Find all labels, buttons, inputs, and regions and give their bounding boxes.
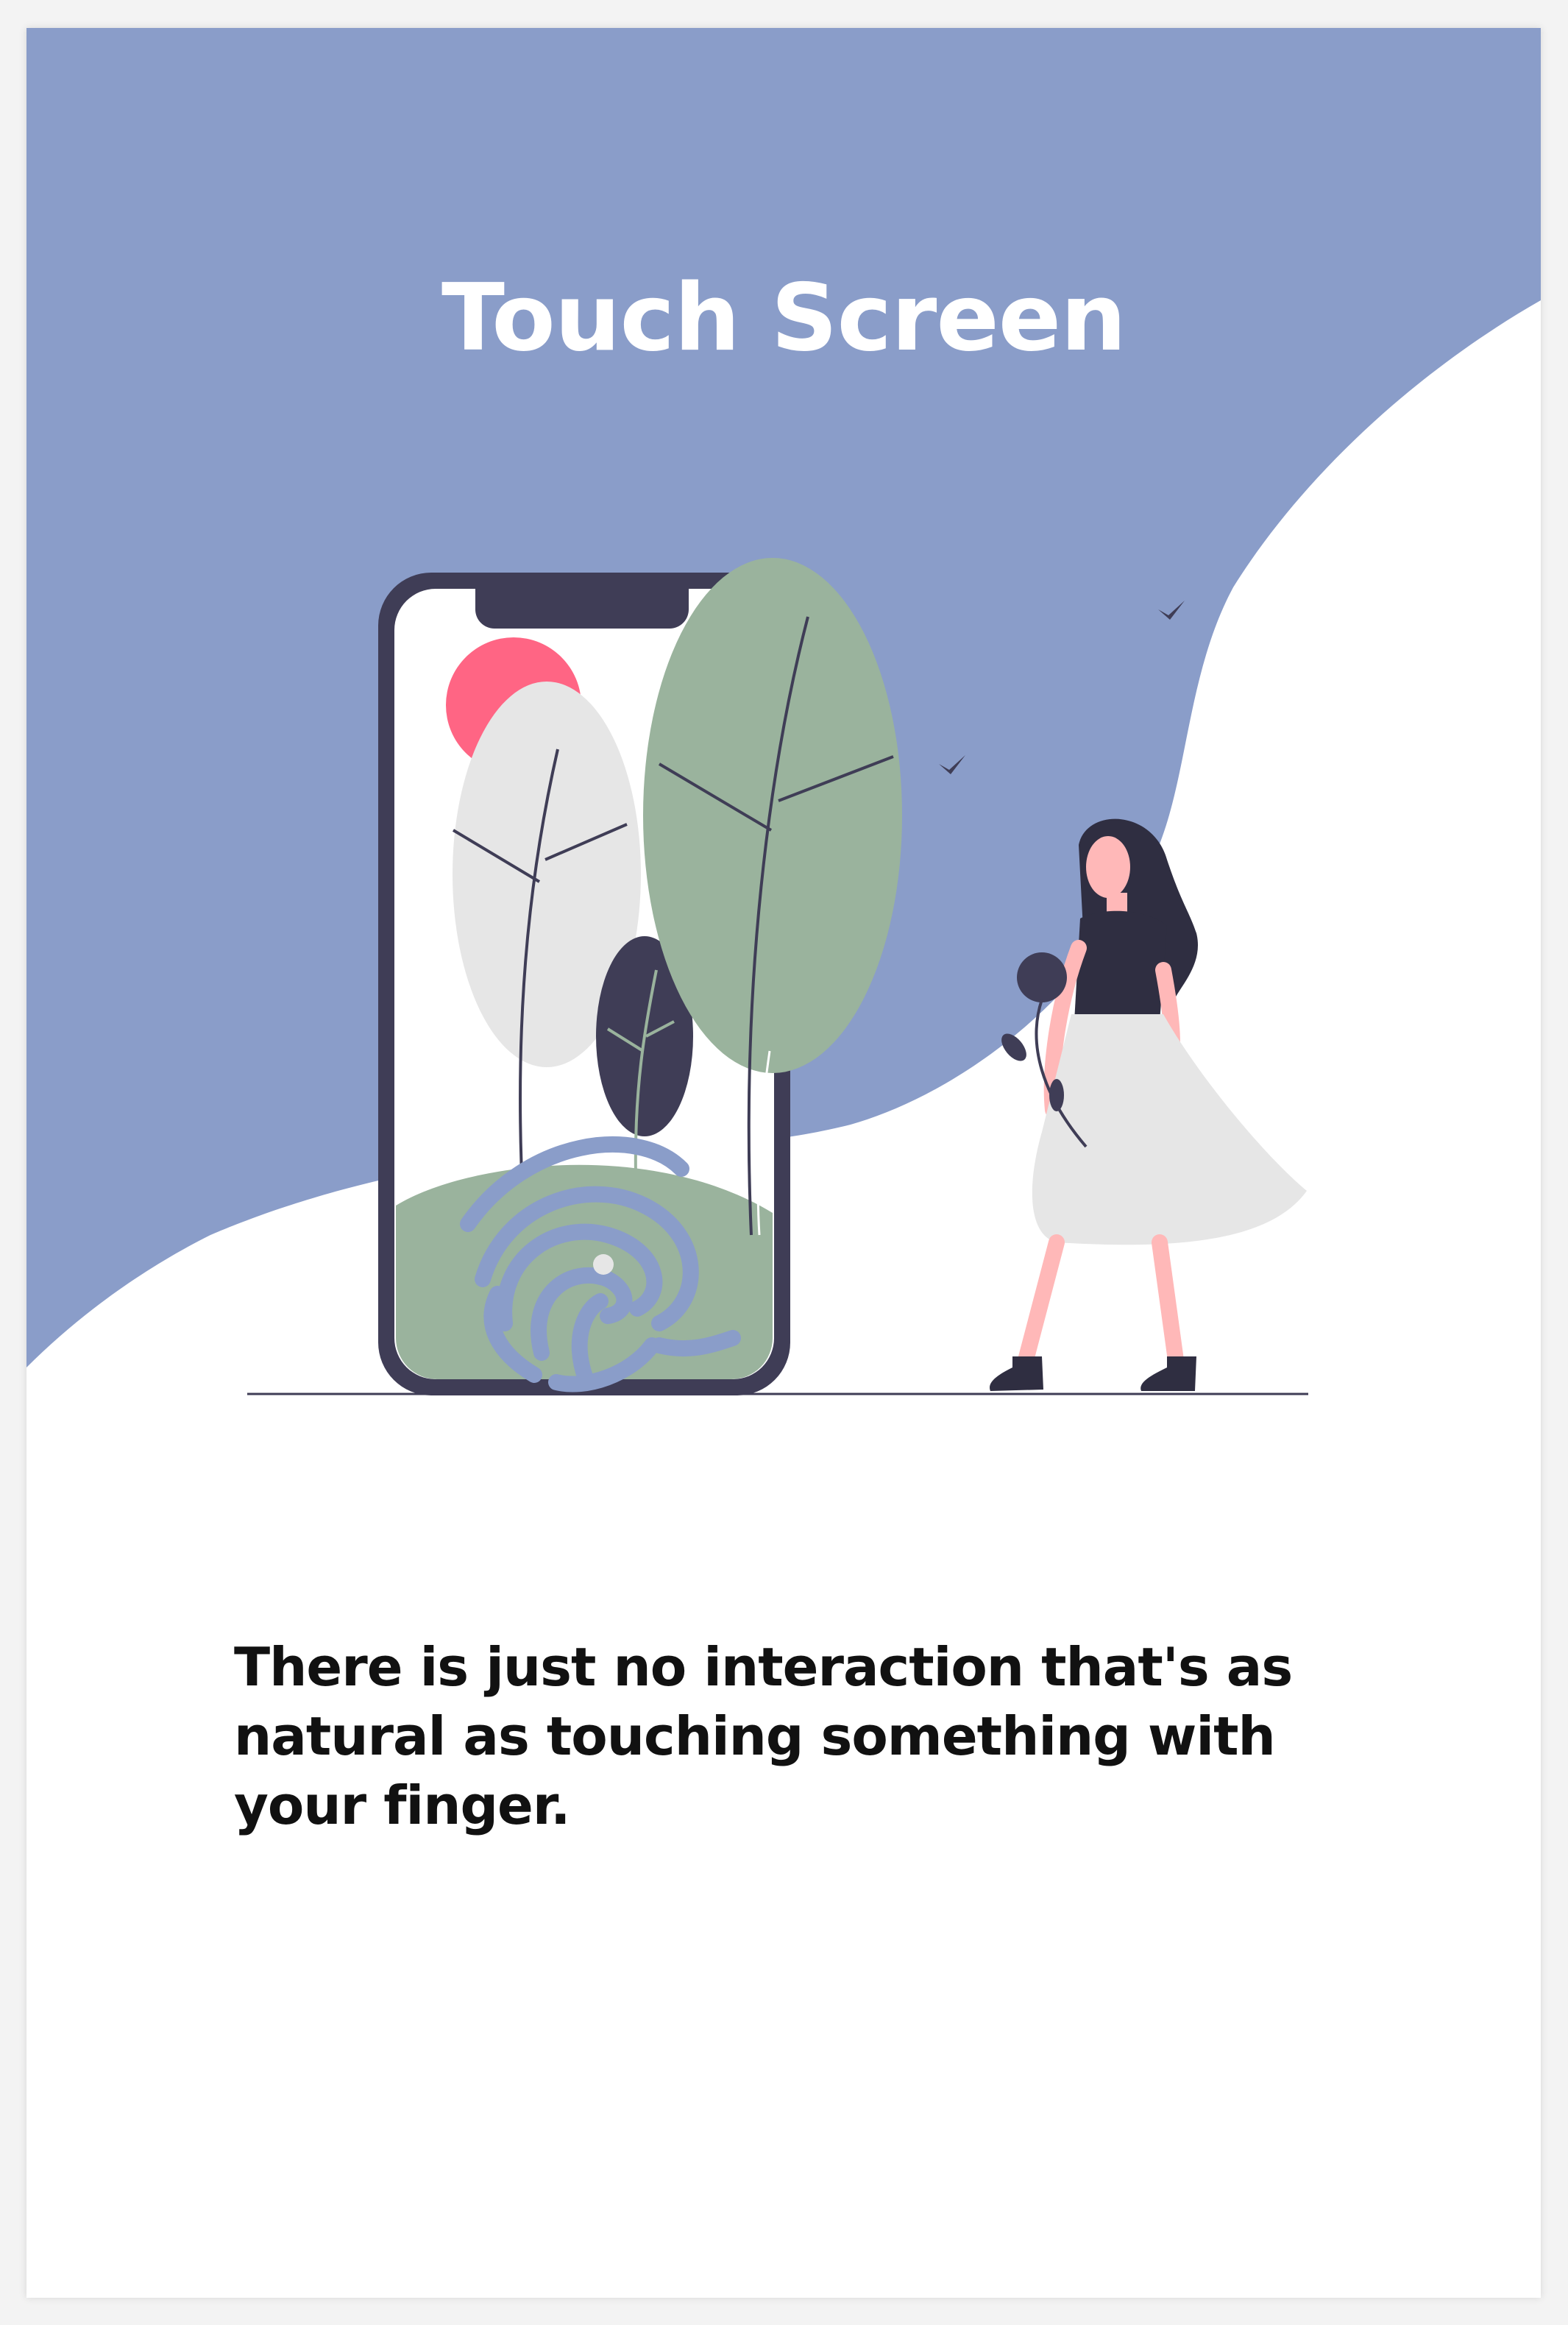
green-tree-canopy [643, 558, 902, 1073]
woman-shirt [1074, 910, 1167, 1022]
flower-leaf [1049, 1079, 1064, 1111]
woman-face [1086, 836, 1130, 898]
description-text: There is just no interaction that's as n… [234, 1636, 1293, 1836]
flower-head [1017, 952, 1067, 1002]
phone-notch [475, 587, 689, 629]
fingerprint-dot [593, 1254, 614, 1275]
woman-shoe-left [990, 1356, 1043, 1391]
woman-leg-left [1018, 1234, 1065, 1368]
onboarding-card: Touch Screen There is just no interactio… [26, 28, 1541, 2298]
woman-shoe-right [1140, 1356, 1196, 1391]
page-title: Touch Screen [441, 263, 1127, 372]
woman-leg-right [1152, 1234, 1184, 1368]
